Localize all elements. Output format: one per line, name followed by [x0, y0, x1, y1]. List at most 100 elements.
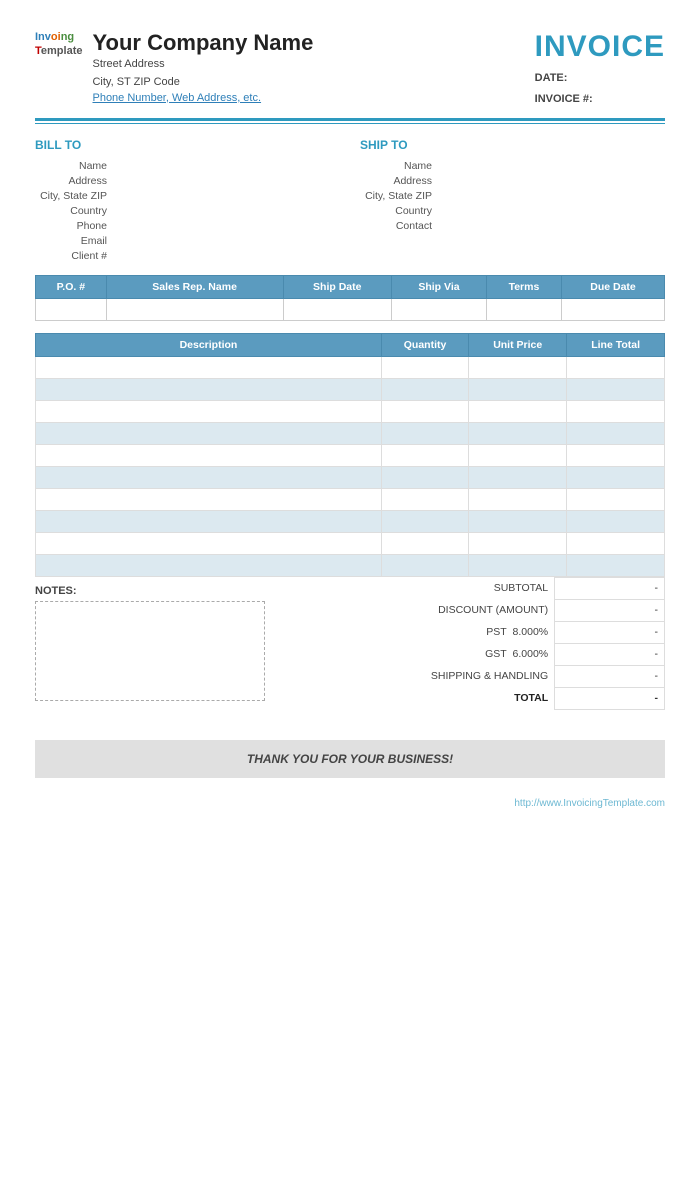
- items-col-line-total: Line Total: [567, 333, 665, 356]
- phone-web[interactable]: Phone Number, Web Address, etc.: [92, 92, 261, 104]
- item-desc: [36, 466, 382, 488]
- item-desc: [36, 422, 382, 444]
- invoice-header: Invoing Template Your Company Name Stree…: [35, 30, 665, 110]
- ship-country-value: [440, 205, 665, 217]
- item-qty: [381, 400, 468, 422]
- gst-value: -: [555, 643, 665, 665]
- street-address: Street Address: [92, 56, 313, 74]
- total-value: -: [555, 687, 665, 709]
- shipping-value: -: [555, 665, 665, 687]
- ship-country-label: Country: [360, 205, 440, 217]
- ship-address-label: Address: [360, 175, 440, 187]
- subtotal-value: -: [555, 577, 665, 599]
- ship-country-row: Country: [360, 205, 665, 217]
- item-qty: [381, 532, 468, 554]
- order-data-row: [36, 298, 665, 320]
- totals-area: NOTES: SUBTOTAL - DISCOUNT (AMOUNT) - PS…: [35, 577, 665, 710]
- invoice-num-row: INVOICE #:: [535, 89, 665, 110]
- item-unit-price: [469, 466, 567, 488]
- item-qty: [381, 378, 468, 400]
- ship-city-row: City, State ZIP: [360, 190, 665, 202]
- items-row: [36, 554, 665, 576]
- item-line-total: [567, 400, 665, 422]
- invoice-right-block: INVOICE DATE: INVOICE #:: [535, 30, 665, 110]
- ship-name-row: Name: [360, 160, 665, 172]
- bill-country-label: Country: [35, 205, 115, 217]
- totals-block: SUBTOTAL - DISCOUNT (AMOUNT) - PST 8.000…: [335, 577, 665, 710]
- total-label: TOTAL: [335, 687, 555, 709]
- item-unit-price: [469, 400, 567, 422]
- item-desc: [36, 400, 382, 422]
- item-qty: [381, 466, 468, 488]
- logo-plate: emplate: [41, 45, 83, 57]
- bill-phone-value: [115, 220, 340, 232]
- item-unit-price: [469, 356, 567, 378]
- order-info-table: P.O. # Sales Rep. Name Ship Date Ship Vi…: [35, 275, 665, 321]
- item-unit-price: [469, 510, 567, 532]
- item-unit-price: [469, 444, 567, 466]
- items-row: [36, 532, 665, 554]
- item-qty: [381, 444, 468, 466]
- items-col-quantity: Quantity: [381, 333, 468, 356]
- bill-name-value: [115, 160, 340, 172]
- item-unit-price: [469, 422, 567, 444]
- ship-contact-row: Contact: [360, 220, 665, 232]
- order-col-shipdate: Ship Date: [283, 275, 391, 298]
- items-table: Description Quantity Unit Price Line Tot…: [35, 333, 665, 577]
- order-col-shipvia: Ship Via: [392, 275, 487, 298]
- item-qty: [381, 422, 468, 444]
- ship-contact-label: Contact: [360, 220, 440, 232]
- invoice-num-label: INVOICE #:: [535, 93, 593, 105]
- discount-value: -: [555, 599, 665, 621]
- pst-value: -: [555, 621, 665, 643]
- order-terms-value: [486, 298, 561, 320]
- footer-watermark: http://www.InvoicingTemplate.com: [35, 798, 665, 809]
- bill-address-label: Address: [35, 175, 115, 187]
- shipping-label: SHIPPING & HANDLING: [335, 665, 555, 687]
- date-label: DATE:: [535, 72, 568, 84]
- items-row: [36, 444, 665, 466]
- item-line-total: [567, 554, 665, 576]
- bill-client-value: [115, 250, 340, 262]
- pst-row: PST 8.000% -: [335, 621, 665, 643]
- items-row: [36, 510, 665, 532]
- logo: Invoing Template: [35, 30, 82, 59]
- city-state-zip: City, ST ZIP Code: [92, 74, 313, 92]
- invoice-title: INVOICE: [535, 30, 665, 64]
- gst-label: GST 6.000%: [335, 643, 555, 665]
- company-block: Invoing Template Your Company Name Stree…: [35, 30, 313, 104]
- bill-address-value: [115, 175, 340, 187]
- total-row: TOTAL -: [335, 687, 665, 709]
- bill-address-row: Address: [35, 175, 340, 187]
- divider-top: [35, 118, 665, 121]
- totals-table: SUBTOTAL - DISCOUNT (AMOUNT) - PST 8.000…: [335, 577, 665, 710]
- items-row: [36, 422, 665, 444]
- item-qty: [381, 356, 468, 378]
- item-qty: [381, 510, 468, 532]
- bill-city-label: City, State ZIP: [35, 190, 115, 202]
- item-unit-price: [469, 554, 567, 576]
- company-info: Your Company Name Street Address City, S…: [92, 30, 313, 104]
- item-unit-price: [469, 378, 567, 400]
- order-col-po: P.O. #: [36, 275, 107, 298]
- items-col-unit-price: Unit Price: [469, 333, 567, 356]
- item-line-total: [567, 510, 665, 532]
- notes-label: NOTES:: [35, 585, 335, 597]
- bill-client-label: Client #: [35, 250, 115, 262]
- item-desc: [36, 378, 382, 400]
- bill-email-label: Email: [35, 235, 115, 247]
- date-block: DATE: INVOICE #:: [535, 68, 665, 110]
- date-row: DATE:: [535, 68, 665, 89]
- bill-to-column: BILL TO Name Address City, State ZIP Cou…: [35, 138, 360, 265]
- bill-to-title: BILL TO: [35, 138, 340, 152]
- item-desc: [36, 488, 382, 510]
- item-line-total: [567, 444, 665, 466]
- ship-to-column: SHIP TO Name Address City, State ZIP Cou…: [360, 138, 665, 265]
- items-row: [36, 378, 665, 400]
- pst-label: PST 8.000%: [335, 621, 555, 643]
- item-line-total: [567, 488, 665, 510]
- bill-city-row: City, State ZIP: [35, 190, 340, 202]
- items-row: [36, 488, 665, 510]
- divider-bottom: [35, 123, 665, 124]
- notes-box[interactable]: [35, 601, 265, 701]
